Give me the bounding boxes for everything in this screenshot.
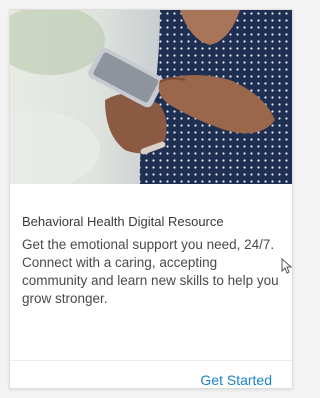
card-description: Get the emotional support you need, 24/7… <box>22 237 279 306</box>
card-hero-image <box>10 10 292 184</box>
resource-card: Behavioral Health Digital Resource Get t… <box>9 9 293 389</box>
get-started-link[interactable]: Get Started <box>200 372 272 388</box>
card-divider <box>10 360 292 361</box>
mouse-pointer-icon <box>281 257 293 279</box>
card-title: Behavioral Health Digital Resource <box>22 214 224 229</box>
